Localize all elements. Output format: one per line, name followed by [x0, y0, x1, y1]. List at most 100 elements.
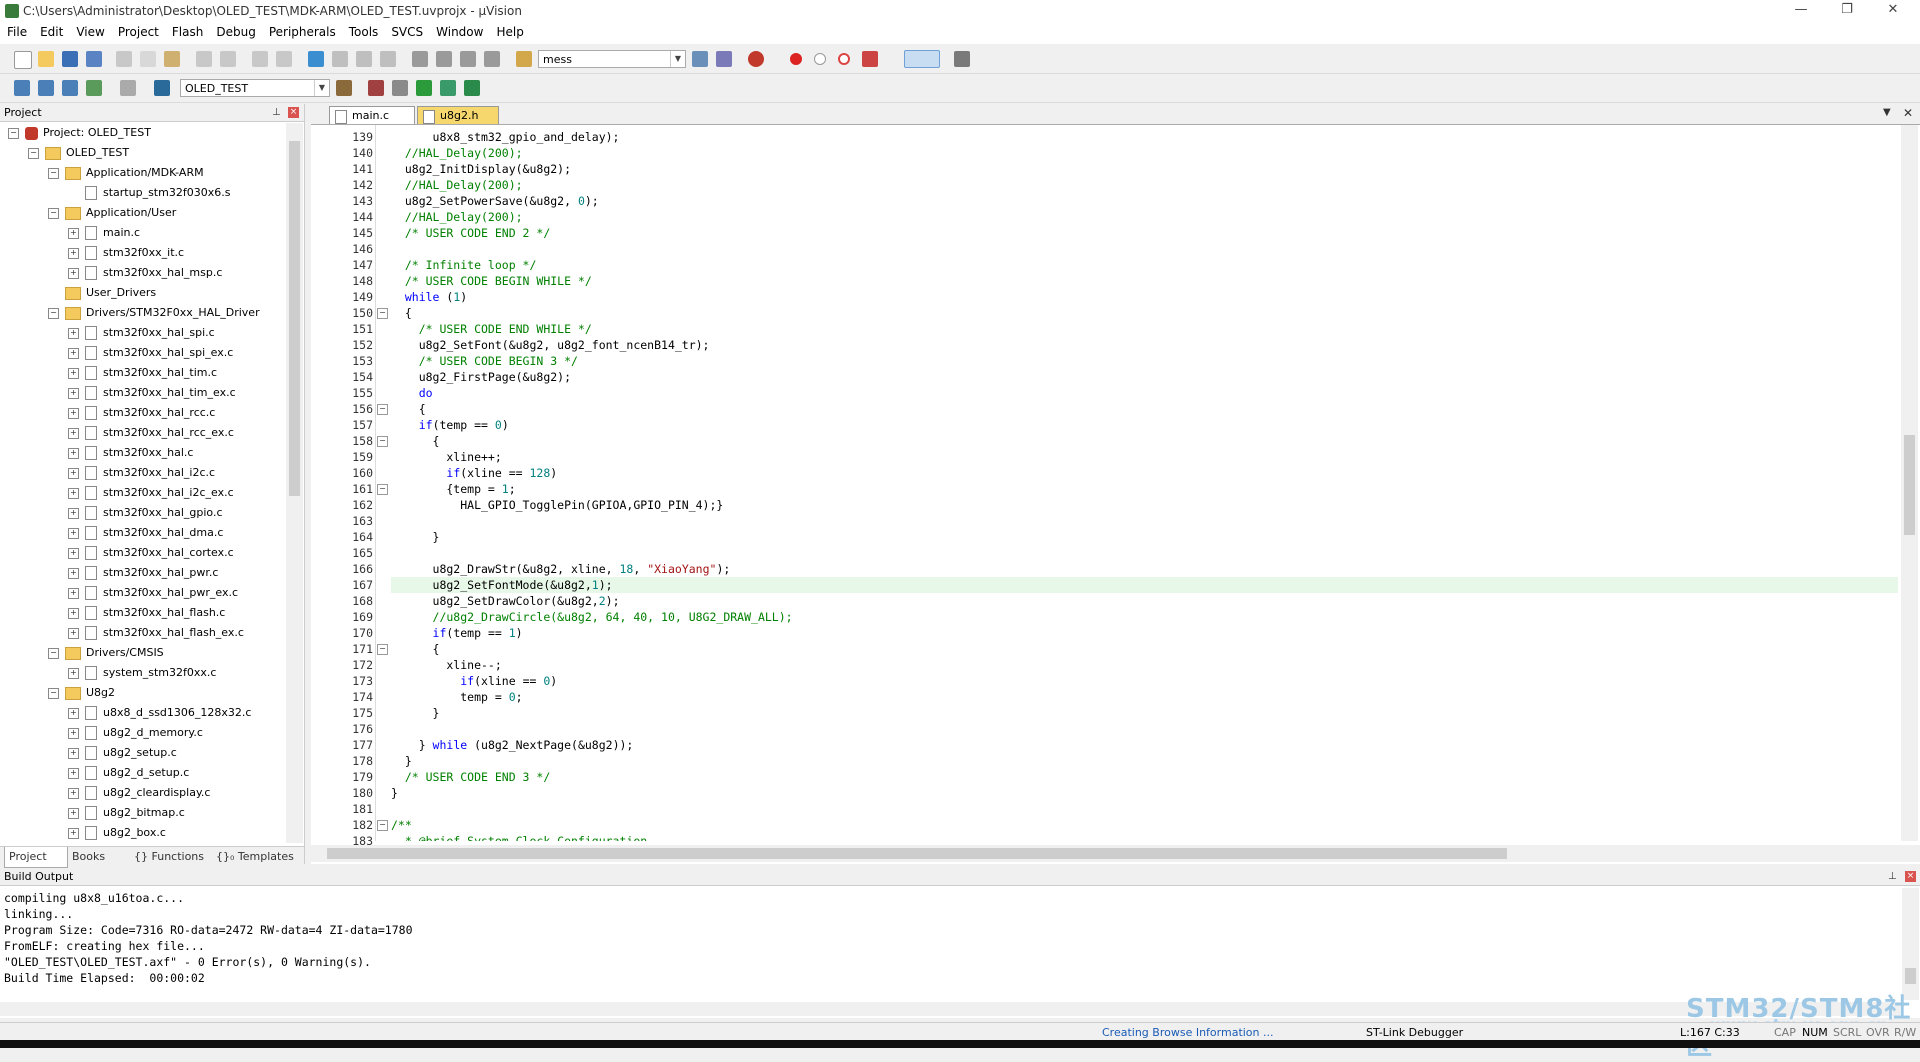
expand-icon[interactable]: + — [68, 707, 79, 719]
expand-icon[interactable]: + — [68, 527, 79, 539]
expand-icon[interactable]: + — [68, 407, 79, 419]
code-line[interactable]: if(xline == 128) — [391, 465, 1898, 481]
tree-item[interactable]: + u8g2_setup.c — [68, 743, 177, 763]
chevron-down-icon[interactable]: ▼ — [314, 80, 329, 96]
menu-file[interactable]: File — [0, 22, 33, 39]
expand-icon[interactable]: + — [68, 427, 79, 439]
tree-item[interactable]: + stm32f0xx_hal_spi_ex.c — [68, 343, 233, 363]
tree-item[interactable]: + u8g2_box.c — [68, 823, 166, 843]
code-line[interactable]: while (1) — [391, 289, 1898, 305]
expand-icon[interactable]: + — [68, 467, 79, 479]
code-line[interactable]: } — [391, 705, 1898, 721]
save-icon[interactable] — [62, 51, 78, 67]
tab-books[interactable]: Books — [68, 847, 130, 867]
editor-vertical-scrollbar[interactable] — [1901, 125, 1918, 841]
tree-item[interactable]: + stm32f0xx_hal_tim_ex.c — [68, 383, 236, 403]
tree-item[interactable]: + stm32f0xx_hal_i2c_ex.c — [68, 483, 234, 503]
menu-project[interactable]: Project — [111, 22, 165, 39]
collapse-icon[interactable]: − — [48, 647, 59, 659]
window-layout-icon[interactable] — [904, 50, 940, 68]
expand-icon[interactable]: + — [68, 807, 79, 819]
tree-item[interactable]: + stm32f0xx_hal_tim.c — [68, 363, 217, 383]
tree-item[interactable]: + u8g2_d_memory.c — [68, 723, 203, 743]
code-area[interactable]: u8x8_stm32_gpio_and_delay); //HAL_Delay(… — [391, 125, 1898, 841]
pack-installer-icon[interactable] — [440, 80, 456, 96]
code-line[interactable]: HAL_GPIO_TogglePin(GPIOA,GPIO_PIN_4);} — [391, 497, 1898, 513]
code-line[interactable]: u8g2_InitDisplay(&u8g2); — [391, 161, 1898, 177]
expand-icon[interactable]: + — [68, 327, 79, 339]
undo-icon[interactable] — [196, 51, 212, 67]
expand-icon[interactable]: + — [68, 547, 79, 559]
target-select[interactable]: OLED_TEST ▼ — [180, 79, 330, 97]
code-line[interactable]: xline++; — [391, 449, 1898, 465]
tree-item[interactable]: − Drivers/CMSIS — [48, 643, 164, 663]
build-output-scrollbar[interactable] — [1902, 888, 1919, 1000]
code-line[interactable] — [391, 241, 1898, 257]
fold-icon[interactable]: − — [377, 644, 388, 655]
unindent-icon[interactable] — [436, 51, 452, 67]
event-recorder-icon[interactable] — [464, 80, 480, 96]
close-panel-icon[interactable]: × — [1905, 871, 1916, 882]
code-line[interactable] — [391, 513, 1898, 529]
indent-icon[interactable] — [412, 51, 428, 67]
fold-icon[interactable]: − — [377, 820, 388, 831]
menu-view[interactable]: View — [69, 22, 110, 39]
code-line[interactable]: /* USER CODE END WHILE */ — [391, 321, 1898, 337]
editor-horizontal-scrollbar[interactable] — [311, 845, 1920, 862]
tree-item[interactable]: + stm32f0xx_hal_pwr.c — [68, 563, 218, 583]
code-line[interactable]: u8g2_SetPowerSave(&u8g2, 0); — [391, 193, 1898, 209]
tree-item[interactable]: + u8g2_d_setup.c — [68, 763, 189, 783]
code-line[interactable]: { — [391, 305, 1898, 321]
expand-icon[interactable]: + — [68, 367, 79, 379]
disable-all-breakpoints-icon[interactable] — [838, 53, 850, 65]
code-line[interactable]: u8x8_stm32_gpio_and_delay); — [391, 129, 1898, 145]
paste-icon[interactable] — [164, 51, 180, 67]
close-panel-icon[interactable]: × — [288, 107, 299, 118]
prev-bookmark-icon[interactable] — [332, 51, 348, 67]
redo-icon[interactable] — [220, 51, 236, 67]
tree-item[interactable]: − U8g2 — [48, 683, 115, 703]
scrollbar-thumb[interactable] — [1904, 435, 1915, 535]
collapse-icon[interactable]: − — [48, 307, 59, 319]
code-line[interactable] — [391, 801, 1898, 817]
tree-item[interactable]: + u8g2_cleardisplay.c — [68, 783, 210, 803]
menu-tools[interactable]: Tools — [342, 22, 385, 39]
options-for-target-icon[interactable] — [336, 80, 352, 96]
code-line[interactable]: u8g2_SetFont(&u8g2, u8g2_font_ncenB14_tr… — [391, 337, 1898, 353]
fold-icon[interactable]: − — [377, 404, 388, 415]
comment-icon[interactable] — [460, 51, 476, 67]
scrollbar-thumb[interactable] — [289, 141, 300, 496]
menu-window[interactable]: Window — [429, 22, 489, 39]
tree-item[interactable]: + stm32f0xx_hal_rcc.c — [68, 403, 215, 423]
tree-item[interactable]: + stm32f0xx_hal_rcc_ex.c — [68, 423, 234, 443]
maximize-button[interactable]: ❐ — [1824, 0, 1870, 22]
tree-item[interactable]: + main.c — [68, 223, 140, 243]
tree-item[interactable]: + stm32f0xx_hal_spi.c — [68, 323, 215, 343]
code-line[interactable]: xline--; — [391, 657, 1898, 673]
code-line[interactable]: /* USER CODE END 2 */ — [391, 225, 1898, 241]
stop-build-icon[interactable] — [120, 80, 136, 96]
cut-icon[interactable] — [116, 51, 132, 67]
find-icon[interactable] — [716, 51, 732, 67]
tree-item[interactable]: + stm32f0xx_hal_pwr_ex.c — [68, 583, 238, 603]
debug-session-icon[interactable] — [748, 51, 764, 67]
tree-item[interactable]: + u8x8_d_ssd1306_128x32.c — [68, 703, 251, 723]
incremental-find-icon[interactable] — [692, 51, 708, 67]
tree-item[interactable]: + u8g2_bitmap.c — [68, 803, 185, 823]
tree-item[interactable]: + stm32f0xx_hal_cortex.c — [68, 543, 234, 563]
code-line[interactable]: {temp = 1; — [391, 481, 1898, 497]
menu-flash[interactable]: Flash — [165, 22, 209, 39]
expand-icon[interactable]: + — [68, 667, 79, 679]
code-line[interactable]: temp = 0; — [391, 689, 1898, 705]
tree-item[interactable]: − Drivers/STM32F0xx_HAL_Driver — [48, 303, 260, 323]
code-line[interactable]: if(temp == 1) — [391, 625, 1898, 641]
fold-icon[interactable]: − — [377, 436, 388, 447]
close-tab-icon[interactable]: ✕ — [1903, 106, 1913, 120]
menu-edit[interactable]: Edit — [33, 22, 69, 39]
expand-icon[interactable]: + — [68, 387, 79, 399]
code-line[interactable]: //u8g2_DrawCircle(&u8g2, 64, 40, 10, U8G… — [391, 609, 1898, 625]
fold-icon[interactable]: − — [377, 484, 388, 495]
code-line[interactable]: } — [391, 753, 1898, 769]
expand-icon[interactable]: + — [68, 447, 79, 459]
tree-item[interactable]: + stm32f0xx_hal_i2c.c — [68, 463, 215, 483]
